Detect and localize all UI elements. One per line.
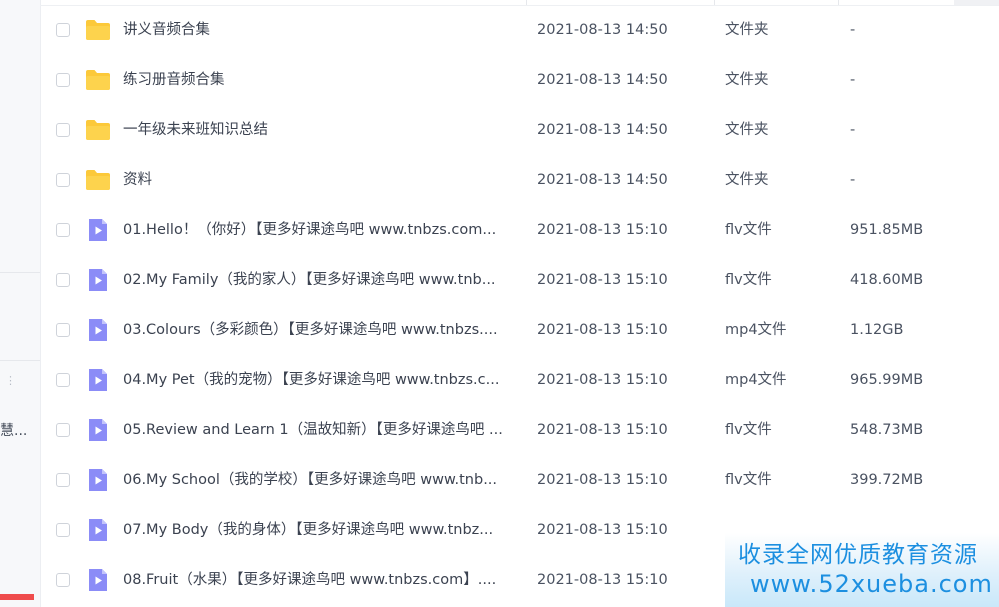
file-date: 2021-08-13 15:10 <box>537 322 668 338</box>
video-file-icon <box>85 568 111 592</box>
file-row[interactable]: 05.Review and Learn 1（温故知新）【更多好课途鸟吧 ... 2… <box>40 405 999 455</box>
video-file-icon <box>85 218 111 242</box>
file-row[interactable]: 资料 2021-08-13 14:50 文件夹 - <box>40 155 999 205</box>
file-name[interactable]: 01.Hello！（你好）【更多好课途鸟吧 www.tnbzs.com... <box>123 205 518 255</box>
file-row[interactable]: 06.My School（我的学校）【更多好课途鸟吧 www.tnb... 202… <box>40 455 999 505</box>
file-size: 951.85MB <box>850 222 924 238</box>
file-type: 文件夹 <box>725 172 769 188</box>
sidebar-red-indicator <box>0 594 34 600</box>
file-size: 1.12GB <box>850 322 904 338</box>
row-checkbox[interactable] <box>56 173 70 187</box>
file-size: 418.60MB <box>850 272 924 288</box>
video-file-icon <box>85 418 111 442</box>
file-size: - <box>850 72 856 88</box>
file-name[interactable]: 02.My Family（我的家人）【更多好课途鸟吧 www.tnb... <box>123 255 518 305</box>
video-file-icon <box>85 268 111 292</box>
folder-icon <box>85 18 111 42</box>
file-size: 399.72MB <box>850 472 924 488</box>
watermark-line2: www.52xueba.com <box>750 570 993 598</box>
row-checkbox[interactable] <box>56 23 70 37</box>
file-date: 2021-08-13 15:10 <box>537 272 668 288</box>
row-checkbox[interactable] <box>56 423 70 437</box>
folder-icon <box>85 168 111 192</box>
row-checkbox[interactable] <box>56 573 70 587</box>
file-date: 2021-08-13 15:10 <box>537 372 668 388</box>
file-type: 文件夹 <box>725 122 769 138</box>
file-name[interactable]: 08.Fruit（水果）【更多好课途鸟吧 www.tnbzs.com】.... <box>123 555 518 605</box>
file-row[interactable]: 03.Colours（多彩颜色）【更多好课途鸟吧 www.tnbzs.... 20… <box>40 305 999 355</box>
file-size: - <box>850 122 856 138</box>
file-size: - <box>850 172 856 188</box>
file-name[interactable]: 05.Review and Learn 1（温故知新）【更多好课途鸟吧 ... <box>123 405 518 455</box>
file-date: 2021-08-13 15:10 <box>537 422 668 438</box>
row-checkbox[interactable] <box>56 473 70 487</box>
file-size: - <box>850 22 856 38</box>
file-row[interactable]: 04.My Pet（我的宠物）【更多好课途鸟吧 www.tnbzs.c... 20… <box>40 355 999 405</box>
file-name[interactable]: 一年级未来班知识总结 <box>123 105 518 155</box>
file-date: 2021-08-13 15:10 <box>537 572 668 588</box>
row-checkbox[interactable] <box>56 73 70 87</box>
file-name[interactable]: 07.My Body（我的身体）【更多好课途鸟吧 www.tnbz... <box>123 505 518 555</box>
file-size: 548.73MB <box>850 422 924 438</box>
sidebar-divider <box>0 272 40 273</box>
file-date: 2021-08-13 15:10 <box>537 522 668 538</box>
file-type: flv文件 <box>725 222 772 238</box>
file-date: 2021-08-13 14:50 <box>537 72 668 88</box>
video-file-icon <box>85 518 111 542</box>
file-type: flv文件 <box>725 422 772 438</box>
file-date: 2021-08-13 14:50 <box>537 22 668 38</box>
sidebar-divider <box>0 360 40 361</box>
sidebar-truncated-label[interactable]: 慧... <box>0 420 27 440</box>
file-row[interactable]: 01.Hello！（你好）【更多好课途鸟吧 www.tnbzs.com... 20… <box>40 205 999 255</box>
video-file-icon <box>85 368 111 392</box>
file-row[interactable]: 一年级未来班知识总结 2021-08-13 14:50 文件夹 - <box>40 105 999 155</box>
file-row[interactable]: 练习册音频合集 2021-08-13 14:50 文件夹 - <box>40 55 999 105</box>
file-type: 文件夹 <box>725 22 769 38</box>
file-row[interactable]: 讲义音频合集 2021-08-13 14:50 文件夹 - <box>40 5 999 55</box>
row-checkbox[interactable] <box>56 273 70 287</box>
folder-icon <box>85 118 111 142</box>
video-file-icon <box>85 318 111 342</box>
file-name[interactable]: 04.My Pet（我的宠物）【更多好课途鸟吧 www.tnbzs.c... <box>123 355 518 405</box>
video-file-icon <box>85 468 111 492</box>
file-type: flv文件 <box>725 272 772 288</box>
file-name[interactable]: 06.My School（我的学校）【更多好课途鸟吧 www.tnb... <box>123 455 518 505</box>
file-type: 文件夹 <box>725 72 769 88</box>
file-date: 2021-08-13 14:50 <box>537 172 668 188</box>
watermark-banner: 收录全网优质教育资源 www.52xueba.com <box>725 533 999 607</box>
file-name[interactable]: 讲义音频合集 <box>123 5 518 55</box>
file-date: 2021-08-13 15:10 <box>537 222 668 238</box>
file-name[interactable]: 03.Colours（多彩颜色）【更多好课途鸟吧 www.tnbzs.... <box>123 305 518 355</box>
file-date: 2021-08-13 14:50 <box>537 122 668 138</box>
left-sidebar: ⋮ 慧... <box>0 0 41 607</box>
file-size: 965.99MB <box>850 372 924 388</box>
file-name[interactable]: 练习册音频合集 <box>123 55 518 105</box>
file-row[interactable]: 02.My Family（我的家人）【更多好课途鸟吧 www.tnb... 202… <box>40 255 999 305</box>
row-checkbox[interactable] <box>56 373 70 387</box>
row-checkbox[interactable] <box>56 323 70 337</box>
drag-handle-icon[interactable]: ⋮ <box>5 375 16 386</box>
file-type: mp4文件 <box>725 322 787 338</box>
file-type: flv文件 <box>725 472 772 488</box>
row-checkbox[interactable] <box>56 123 70 137</box>
file-type: mp4文件 <box>725 372 787 388</box>
watermark-line1: 收录全网优质教育资源 <box>738 542 978 568</box>
file-name[interactable]: 资料 <box>123 155 518 205</box>
row-checkbox[interactable] <box>56 523 70 537</box>
file-date: 2021-08-13 15:10 <box>537 472 668 488</box>
row-checkbox[interactable] <box>56 223 70 237</box>
folder-icon <box>85 68 111 92</box>
